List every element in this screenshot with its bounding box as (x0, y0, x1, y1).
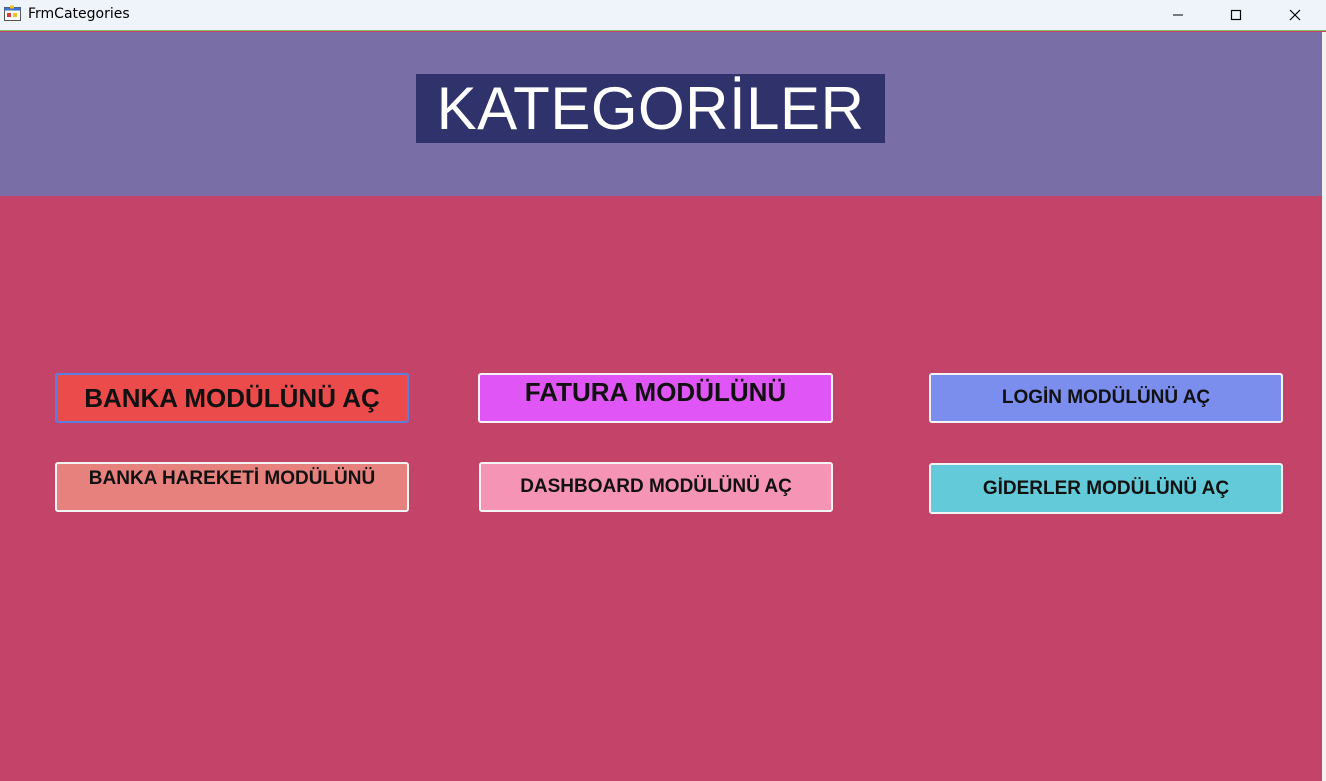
login-module-button[interactable]: LOGİN MODÜLÜNÜ AÇ (929, 373, 1283, 423)
banka-module-button[interactable]: BANKA MODÜLÜNÜ AÇ (55, 373, 409, 423)
window-right-edge (1322, 32, 1326, 781)
maximize-button[interactable] (1207, 0, 1265, 30)
minimize-icon (1173, 14, 1183, 16)
dashboard-module-button[interactable]: DASHBOARD MODÜLÜNÜ AÇ (479, 462, 833, 512)
app-icon (4, 5, 21, 21)
title-bar[interactable]: FrmCategories (0, 0, 1326, 31)
frm-categories-window: FrmCategories KATEGORİLER BANKA MODÜLÜNÜ… (0, 0, 1326, 781)
window-title: FrmCategories (28, 6, 130, 22)
banka-hareketi-module-button[interactable]: BANKA HAREKETİ MODÜLÜNÜ (55, 462, 409, 512)
page-title: KATEGORİLER (416, 74, 885, 143)
giderler-module-button[interactable]: GİDERLER MODÜLÜNÜ AÇ (929, 463, 1283, 514)
minimize-button[interactable] (1149, 0, 1207, 30)
close-icon (1289, 9, 1301, 21)
fatura-module-button[interactable]: FATURA MODÜLÜNÜ (478, 373, 833, 423)
close-button[interactable] (1266, 0, 1324, 30)
header-panel: KATEGORİLER (0, 32, 1322, 196)
maximize-icon (1230, 9, 1242, 21)
